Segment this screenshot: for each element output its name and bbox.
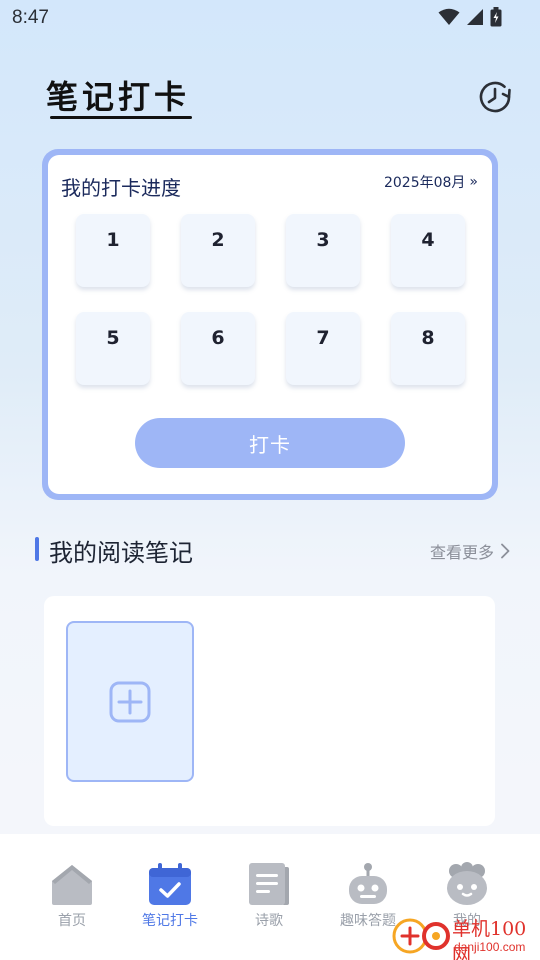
robot-icon	[349, 863, 387, 904]
calendar-check-icon	[149, 863, 191, 905]
wifi-icon	[438, 8, 460, 25]
status-icons	[438, 7, 502, 27]
day-cell[interactable]: 3	[286, 214, 360, 287]
day-grid: 1 2 3 4 5 6 7 8	[76, 214, 465, 385]
double-chevron-right-icon: »	[469, 174, 478, 190]
day-cell[interactable]: 4	[391, 214, 465, 287]
month-selector[interactable]: 2025年08月 »	[384, 172, 478, 192]
checkin-progress-inner: 我的打卡进度 2025年08月 » 1 2 3 4 5 6 7 8 打卡	[48, 155, 492, 494]
checkin-progress-card: 我的打卡进度 2025年08月 » 1 2 3 4 5 6 7 8 打卡	[42, 149, 498, 500]
section-accent-bar	[35, 537, 39, 561]
notes-section-title: 我的阅读笔记	[49, 539, 193, 567]
home-icon	[52, 865, 92, 905]
nav-item-home[interactable]: 首页	[27, 862, 117, 930]
nav-item-poetry[interactable]: 诗歌	[224, 862, 314, 930]
see-more-link[interactable]: 查看更多	[430, 539, 510, 563]
nav-item-checkin[interactable]: 笔记打卡	[125, 862, 215, 930]
signal-icon	[467, 9, 483, 25]
day-cell[interactable]: 7	[286, 312, 360, 385]
checkin-button[interactable]: 打卡	[135, 418, 405, 468]
month-label: 2025年08月	[383, 175, 466, 191]
document-icon	[249, 863, 289, 905]
day-cell[interactable]: 6	[181, 312, 255, 385]
title-underline	[50, 116, 192, 119]
clock-history-icon	[479, 81, 511, 113]
notes-panel	[44, 596, 495, 826]
nav-label-home: 首页	[58, 913, 86, 929]
day-cell[interactable]: 8	[391, 312, 465, 385]
profile-icon	[447, 862, 487, 905]
add-square-icon	[109, 681, 151, 722]
day-cell[interactable]: 1	[76, 214, 150, 287]
see-more-label: 查看更多	[429, 543, 494, 562]
chevron-right-icon	[501, 543, 510, 559]
day-cell[interactable]: 5	[76, 312, 150, 385]
site-watermark: 单机100网 danji100.com	[392, 910, 540, 960]
watermark-url: danji100.com	[454, 940, 526, 954]
nav-label-checkin: 笔记打卡	[142, 913, 198, 929]
status-bar: 8:47	[0, 0, 540, 36]
add-note-button[interactable]	[66, 621, 194, 782]
battery-icon	[490, 7, 502, 27]
nav-label-poetry: 诗歌	[255, 913, 283, 929]
progress-title: 我的打卡进度	[61, 176, 181, 200]
day-cell[interactable]: 2	[181, 214, 255, 287]
history-button[interactable]	[476, 78, 514, 116]
status-time: 8:47	[12, 7, 49, 28]
page-title: 笔记打卡	[46, 78, 191, 116]
watermark-logo-icon	[392, 918, 450, 954]
nav-label-quiz: 趣味答题	[340, 913, 396, 929]
